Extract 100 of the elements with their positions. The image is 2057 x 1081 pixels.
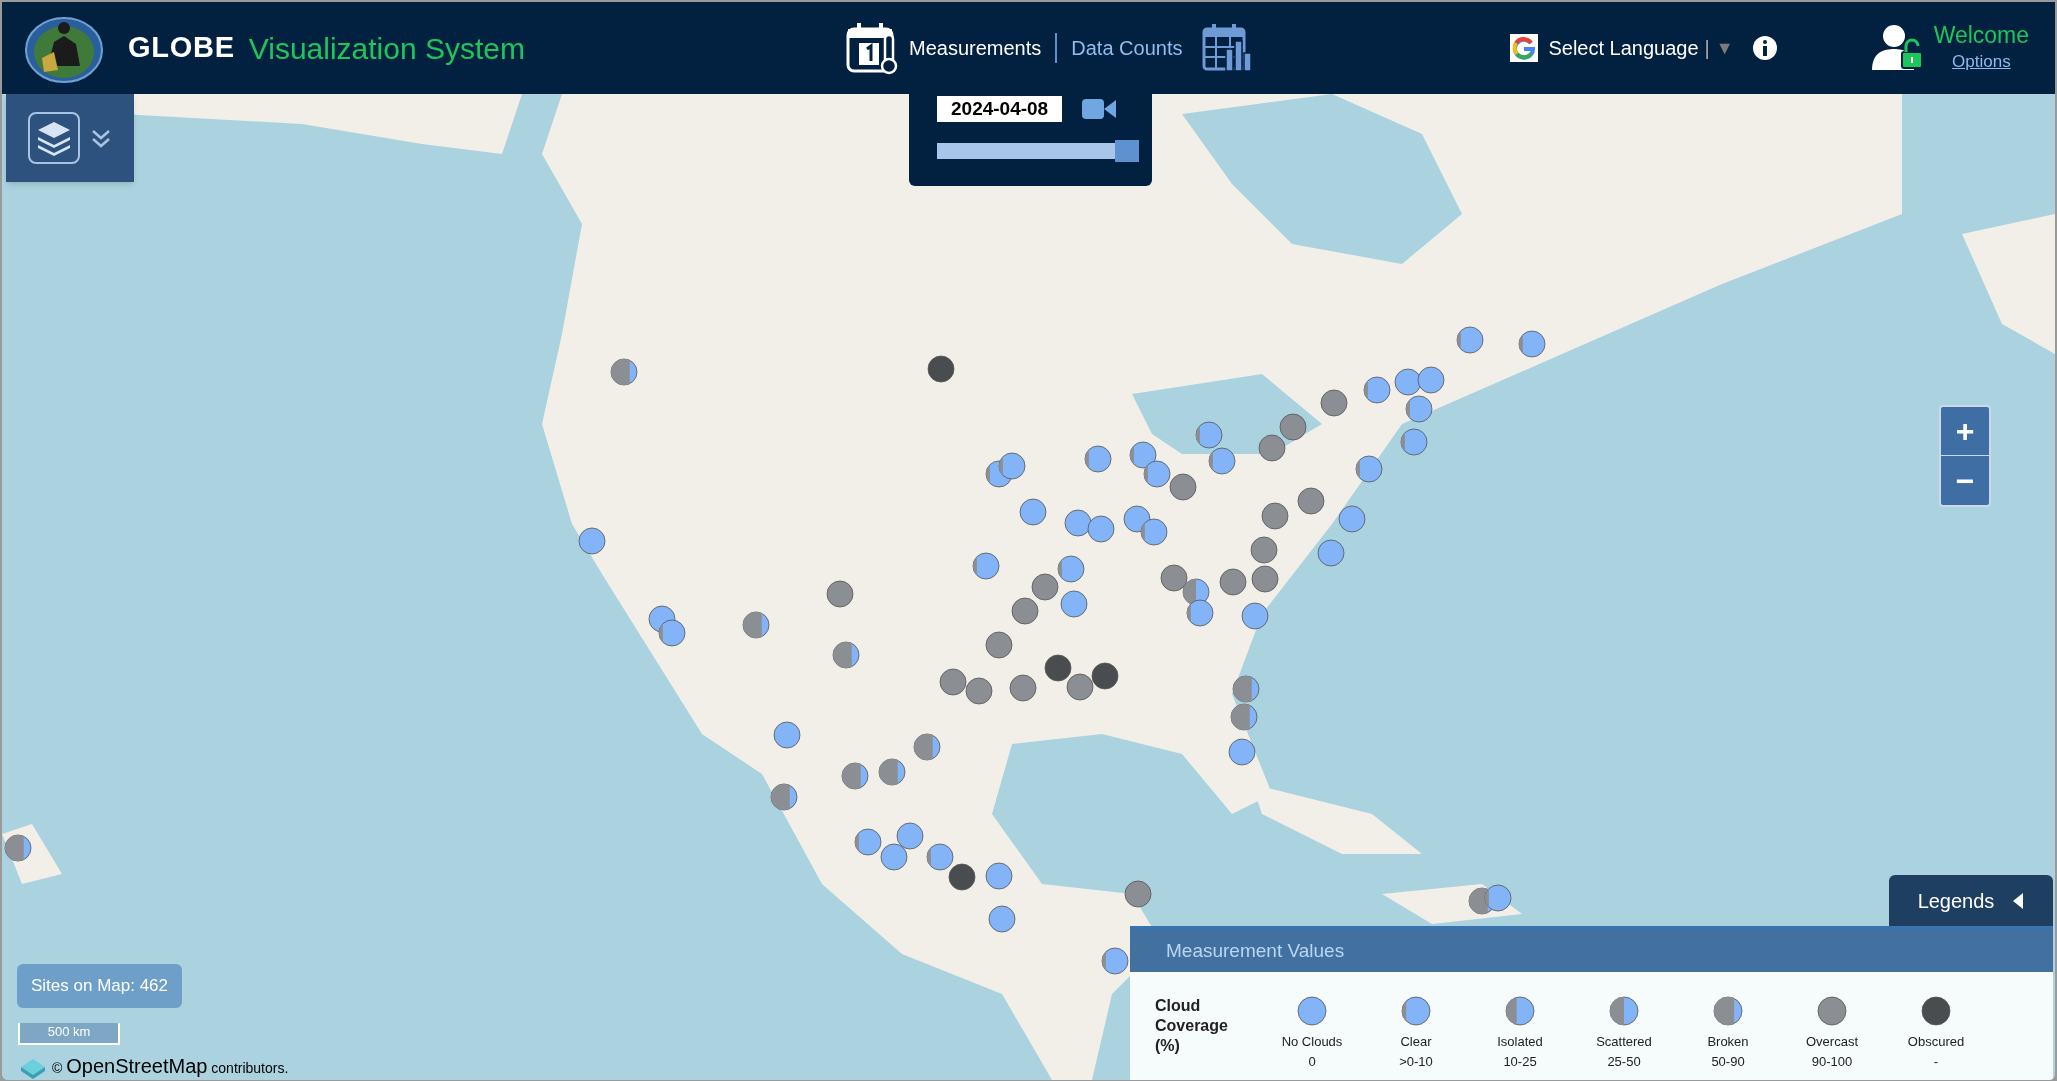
site-marker[interactable]	[1416, 365, 1445, 394]
site-marker[interactable]	[998, 452, 1027, 481]
site-marker[interactable]	[1338, 504, 1367, 533]
options-link[interactable]: Options	[1952, 49, 2011, 75]
cloud-coverage-icon	[1817, 996, 1847, 1026]
site-marker[interactable]	[912, 733, 941, 762]
site-marker[interactable]	[1362, 376, 1391, 405]
site-marker[interactable]	[948, 863, 977, 892]
cloud-coverage-icon	[1505, 996, 1535, 1026]
site-marker[interactable]	[1124, 880, 1153, 909]
zoom-in-button[interactable]: +	[1941, 407, 1989, 456]
site-marker[interactable]	[1483, 884, 1512, 913]
zoom-out-button[interactable]: −	[1941, 456, 1989, 505]
site-marker[interactable]	[742, 611, 771, 640]
site-marker[interactable]	[658, 619, 687, 648]
site-marker[interactable]	[1057, 554, 1086, 583]
legend-range: 50-90	[1711, 1052, 1745, 1071]
site-marker[interactable]	[1066, 672, 1095, 701]
date-field[interactable]: 2024-04-08	[937, 96, 1063, 122]
site-marker[interactable]	[1008, 674, 1037, 703]
site-marker[interactable]	[1399, 427, 1428, 456]
site-marker[interactable]	[1195, 420, 1224, 449]
site-marker[interactable]	[1404, 394, 1433, 423]
legend-label: Obscured	[1907, 1033, 1965, 1051]
site-marker[interactable]	[831, 641, 860, 670]
site-marker[interactable]	[1139, 518, 1168, 547]
site-marker[interactable]	[1168, 473, 1197, 502]
site-marker[interactable]	[1394, 368, 1423, 397]
site-marker[interactable]	[927, 355, 956, 384]
site-marker[interactable]	[1087, 515, 1116, 544]
site-marker[interactable]	[772, 721, 801, 750]
site-marker[interactable]	[1258, 434, 1286, 463]
legend-range: -	[1933, 1052, 1939, 1071]
dropdown-caret[interactable]: ▼	[1715, 34, 1734, 62]
site-marker[interactable]	[3, 834, 32, 863]
site-marker[interactable]	[1456, 326, 1485, 355]
language-selector[interactable]: Select Language	[1548, 33, 1699, 63]
site-marker[interactable]	[1231, 675, 1260, 704]
site-marker[interactable]	[1044, 654, 1073, 683]
site-marker[interactable]	[1319, 389, 1348, 418]
site-marker[interactable]	[1517, 330, 1546, 359]
site-marker[interactable]	[926, 843, 955, 872]
site-marker[interactable]	[853, 827, 882, 856]
site-marker[interactable]	[1031, 573, 1060, 602]
site-marker[interactable]	[609, 357, 638, 386]
legend-range: 90-100	[1811, 1052, 1853, 1071]
site-marker[interactable]	[939, 667, 968, 696]
site-marker[interactable]	[1159, 563, 1188, 592]
nav-tab[interactable]: Data Counts	[1071, 33, 1183, 63]
site-marker[interactable]	[895, 822, 924, 851]
info-icon[interactable]	[1751, 35, 1778, 61]
site-marker[interactable]	[877, 758, 906, 787]
site-marker[interactable]	[1063, 508, 1092, 537]
site-marker[interactable]	[1227, 738, 1256, 767]
site-marker[interactable]	[578, 527, 607, 556]
layers-icon[interactable]	[28, 112, 80, 164]
site-marker[interactable]	[1019, 498, 1048, 527]
site-marker[interactable]	[1185, 599, 1214, 628]
legend-label: Broken	[1707, 1033, 1749, 1051]
site-marker[interactable]	[1260, 502, 1289, 531]
legend-row-label: Cloud Coverage (%)	[1154, 996, 1229, 1056]
legend-label: Scattered	[1596, 1033, 1652, 1051]
separator-text: |	[1704, 36, 1710, 61]
slider-handle[interactable]	[1115, 140, 1139, 162]
cloud-coverage-icon	[1609, 996, 1639, 1026]
site-marker[interactable]	[965, 676, 994, 705]
site-marker[interactable]	[1240, 602, 1269, 630]
site-marker[interactable]	[840, 762, 869, 791]
site-marker[interactable]	[1279, 413, 1307, 442]
site-marker[interactable]	[1251, 565, 1280, 594]
site-marker[interactable]	[1250, 536, 1279, 565]
site-marker[interactable]	[1317, 539, 1346, 568]
site-marker[interactable]	[1297, 486, 1326, 515]
app-title: GLOBE	[128, 30, 235, 66]
site-marker[interactable]	[1059, 590, 1088, 619]
site-marker[interactable]	[1142, 460, 1171, 489]
site-marker[interactable]	[972, 552, 1000, 581]
site-marker[interactable]	[1208, 447, 1237, 476]
site-marker[interactable]	[1091, 662, 1120, 691]
legends-tab[interactable]: Legends	[1889, 875, 2053, 926]
site-marker[interactable]	[1218, 567, 1247, 596]
site-marker[interactable]	[987, 905, 1016, 934]
double-chevron-icon[interactable]	[90, 127, 112, 149]
site-marker[interactable]	[1100, 947, 1129, 976]
welcome-text: Welcome	[1933, 21, 2030, 50]
video-camera-icon[interactable]	[1082, 97, 1117, 121]
site-marker[interactable]	[769, 783, 798, 812]
cloud-coverage-icon	[1713, 996, 1743, 1026]
site-marker[interactable]	[1083, 444, 1112, 473]
site-marker[interactable]	[880, 843, 909, 872]
site-marker[interactable]	[826, 579, 855, 608]
site-marker[interactable]	[1129, 440, 1158, 469]
site-marker[interactable]	[1230, 703, 1259, 732]
scale-bar: 500 km	[18, 1023, 120, 1045]
site-marker[interactable]	[985, 630, 1014, 659]
site-marker[interactable]	[985, 861, 1014, 890]
site-marker[interactable]	[1011, 596, 1040, 625]
nav-tab[interactable]: Measurements	[909, 33, 1042, 63]
site-marker[interactable]	[1355, 455, 1384, 484]
site-marker[interactable]	[1122, 504, 1151, 533]
